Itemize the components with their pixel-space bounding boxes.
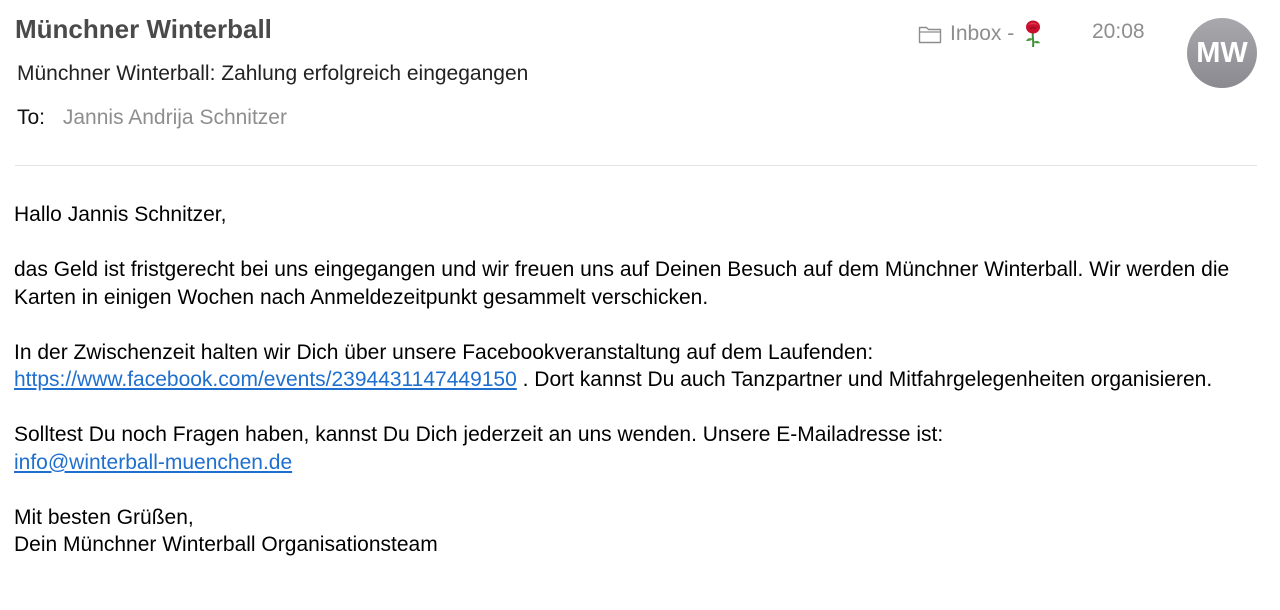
- message-body: Hallo Jannis Schnitzer, das Geld ist fri…: [14, 201, 1264, 586]
- message-subject: Münchner Winterball: Zahlung erfolgreich…: [17, 62, 529, 85]
- sender-avatar: MW: [1187, 18, 1257, 88]
- closing-block: Mit besten Grüßen, Dein Münchner Winterb…: [14, 504, 1264, 559]
- paragraph-contact: Solltest Du noch Fragen haben, kannst Du…: [14, 421, 1264, 476]
- received-time: 20:08: [1092, 20, 1145, 43]
- email-link[interactable]: info@winterball-muenchen.de: [14, 451, 292, 474]
- mailbox-indicator[interactable]: Inbox -: [918, 20, 1044, 48]
- sender-name: Münchner Winterball: [15, 14, 272, 44]
- header-divider: [15, 165, 1257, 166]
- folder-icon: [918, 24, 942, 44]
- closing-text: Mit besten Grüßen,: [14, 505, 194, 529]
- recipient-name[interactable]: Jannis Andrija Schnitzer: [63, 106, 287, 129]
- rose-icon: [1022, 20, 1044, 48]
- facebook-intro-text: In der Zwischenzeit halten wir Dich über…: [14, 340, 874, 364]
- facebook-event-link[interactable]: https://www.facebook.com/events/23944311…: [14, 368, 517, 391]
- signature-text: Dein Münchner Winterball Organisationste…: [14, 533, 438, 556]
- recipient-row: To: Jannis Andrija Schnitzer: [17, 106, 287, 130]
- paragraph-payment: das Geld ist fristgerecht bei uns eingeg…: [14, 258, 1230, 309]
- contact-intro-text: Solltest Du noch Fragen haben, kannst Du…: [14, 423, 944, 446]
- greeting: Hallo Jannis Schnitzer,: [14, 203, 227, 226]
- paragraph-facebook: In der Zwischenzeit halten wir Dich über…: [14, 339, 1264, 394]
- to-label: To:: [17, 106, 46, 129]
- facebook-rest-text: . Dort kannst Du auch Tanzpartner und Mi…: [516, 368, 1213, 391]
- message-header: Münchner Winterball Münchner Winterball:…: [0, 0, 1280, 166]
- mailbox-label: Inbox -: [950, 22, 1015, 45]
